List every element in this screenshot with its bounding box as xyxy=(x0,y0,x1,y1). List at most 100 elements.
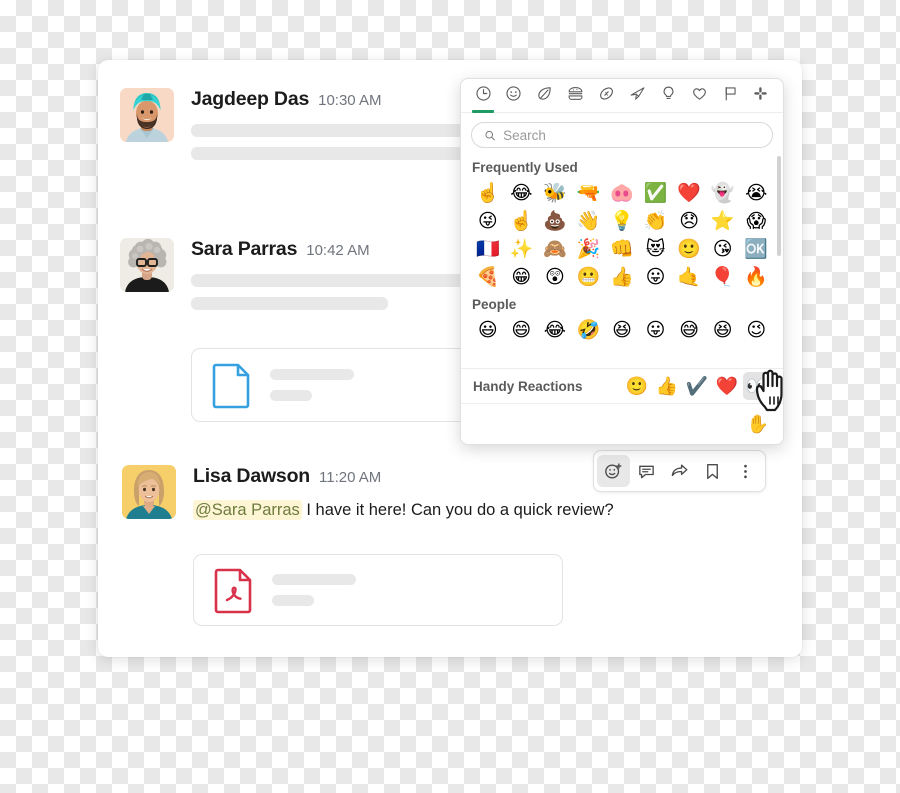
emoji-cell[interactable]: 😉 xyxy=(739,316,773,344)
save-message-button[interactable] xyxy=(696,455,729,487)
file-pdf-icon xyxy=(214,568,252,614)
emoji-cell[interactable]: 🤣 xyxy=(572,316,606,344)
burger-icon xyxy=(568,87,583,100)
tab-frequently-used[interactable] xyxy=(470,82,496,113)
add-reaction-button[interactable] xyxy=(597,455,630,487)
tab-flags[interactable] xyxy=(717,82,743,112)
tab-smileys-people[interactable] xyxy=(501,82,527,112)
forward-message-button[interactable] xyxy=(663,455,696,487)
emoji-cell[interactable]: 😲 xyxy=(538,263,572,291)
avatar-sara-parras-image xyxy=(120,238,174,292)
emoji-cell[interactable]: 😱 xyxy=(739,207,773,235)
emoji-cell[interactable]: 🆗 xyxy=(739,235,773,263)
tab-travel-places[interactable] xyxy=(624,82,650,112)
emoji-search-wrap xyxy=(461,113,783,154)
file-meta-placeholder xyxy=(270,369,354,401)
emoji-cell[interactable]: 👋 xyxy=(572,207,606,235)
emoji-cell[interactable]: 🔥 xyxy=(739,263,773,291)
emoji-cell[interactable]: 🐝 xyxy=(538,179,572,207)
reaction-eyes[interactable]: 👀 xyxy=(743,372,771,400)
emoji-cell[interactable]: 🐽 xyxy=(605,179,639,207)
emoji-cell[interactable]: ✅ xyxy=(639,179,673,207)
more-actions-button[interactable] xyxy=(729,455,762,487)
tab-food-drink[interactable] xyxy=(563,82,589,112)
emoji-cell[interactable]: 🎈 xyxy=(706,263,740,291)
avatar-lisa-dawson[interactable] xyxy=(122,465,176,519)
emoji-cell[interactable]: 😂 xyxy=(538,316,572,344)
emoji-search-bar[interactable] xyxy=(471,122,773,148)
emoji-cell[interactable]: 😞 xyxy=(672,207,706,235)
file-name-placeholder xyxy=(272,574,356,585)
message-timestamp[interactable]: 11:20 AM xyxy=(319,469,381,486)
emoji-cell[interactable]: ☝️ xyxy=(471,179,505,207)
emoji-cell[interactable]: 😛 xyxy=(639,316,673,344)
emoji-grid-frequently-used: ☝️ 😂 🐝 🔫 🐽 ✅ ❤️ 👻 😭 😜 ☝️ 💩 👋 💡 👏 😞 ⭐ 😱 🇫🇷 ✨ 🙈 🎉 👊 😻 🙂 😘 🆗 🍕 😁 😲 😬 👍 😛 🤙 🎈 🔥 xyxy=(471,179,773,291)
file-attachment-pdf[interactable] xyxy=(193,554,563,626)
emoji-cell[interactable]: 💩 xyxy=(538,207,572,235)
emoji-cell[interactable]: 😬 xyxy=(572,263,606,291)
emoji-search-input[interactable] xyxy=(503,127,760,143)
emoji-cell[interactable]: 🎉 xyxy=(572,235,606,263)
avatar-jagdeep-das[interactable] xyxy=(120,88,174,142)
message-text: @Sara Parras I have it here! Can you do … xyxy=(193,499,792,521)
tab-nature[interactable] xyxy=(532,82,558,112)
emoji-cell[interactable]: 😘 xyxy=(706,235,740,263)
reaction-thumbs-up[interactable]: 👍 xyxy=(653,372,681,400)
emoji-cell[interactable]: 😃 xyxy=(471,316,505,344)
emoji-cell[interactable]: 👍 xyxy=(605,263,639,291)
file-meta-placeholder xyxy=(272,574,356,606)
emoji-cell[interactable]: ⭐ xyxy=(706,207,740,235)
reply-in-thread-button[interactable] xyxy=(630,455,663,487)
emoji-cell[interactable]: 🙂 xyxy=(672,235,706,263)
emoji-cell[interactable]: 😄 xyxy=(505,316,539,344)
emoji-scroll-area[interactable]: Frequently Used ☝️ 😂 🐝 🔫 🐽 ✅ ❤️ 👻 😭 😜 ☝️ 💩 👋 💡 👏 😞 ⭐ 😱 🇫🇷 ✨… xyxy=(461,154,783,368)
emoji-cell[interactable]: 🇫🇷 xyxy=(471,235,505,263)
emoji-cell[interactable]: 😁 xyxy=(505,263,539,291)
football-icon xyxy=(600,87,613,100)
message-author[interactable]: Jagdeep Das xyxy=(191,88,309,111)
emoji-cell[interactable]: 😭 xyxy=(739,179,773,207)
message-timestamp[interactable]: 10:42 AM xyxy=(306,242,369,259)
section-title-frequently-used: Frequently Used xyxy=(472,160,578,175)
avatar-jagdeep-das-image xyxy=(120,88,174,142)
emoji-cell[interactable]: 😻 xyxy=(639,235,673,263)
emoji-cell[interactable]: 👻 xyxy=(706,179,740,207)
emoji-cell[interactable]: 🔫 xyxy=(572,179,606,207)
message-timestamp[interactable]: 10:30 AM xyxy=(318,92,381,109)
tab-custom-slack[interactable] xyxy=(748,82,774,112)
reaction-check-mark[interactable]: ✔️ xyxy=(683,372,711,400)
flag-icon xyxy=(725,86,736,101)
tab-objects[interactable] xyxy=(655,82,681,112)
message-author[interactable]: Sara Parras xyxy=(191,238,297,261)
emoji-cell[interactable]: ✨ xyxy=(505,235,539,263)
handy-reactions-list: 🙂 👍 ✔️ ❤️ 👀 xyxy=(623,372,771,400)
tab-activities[interactable] xyxy=(594,82,620,112)
emoji-cell[interactable]: 😅 xyxy=(672,316,706,344)
emoji-cell[interactable]: 🍕 xyxy=(471,263,505,291)
emoji-cell[interactable]: 👊 xyxy=(605,235,639,263)
emoji-cell[interactable]: 😂 xyxy=(505,179,539,207)
emoji-cell[interactable]: ❤️ xyxy=(672,179,706,207)
emoji-cell[interactable]: 😜 xyxy=(471,207,505,235)
reaction-slightly-smiling[interactable]: 🙂 xyxy=(623,372,651,400)
skin-tone-selector[interactable]: ✋ xyxy=(747,414,769,435)
reaction-heart[interactable]: ❤️ xyxy=(713,372,741,400)
emoji-cell[interactable]: 😆 xyxy=(605,316,639,344)
user-mention[interactable]: @Sara Parras xyxy=(193,500,302,520)
emoji-cell[interactable]: 🙈 xyxy=(538,235,572,263)
emoji-picker-popover: Frequently Used ☝️😂🐝🔫🐽✅❤️👻😭😜☝️💩👋💡👏😞⭐😱🇫🇷✨… xyxy=(460,78,784,445)
emoji-cell[interactable]: 💡 xyxy=(605,207,639,235)
emoji-cell[interactable]: 👏 xyxy=(639,207,673,235)
emoji-cell[interactable]: 😆 xyxy=(706,316,740,344)
message-text-body: I have it here! Can you do a quick revie… xyxy=(301,501,614,519)
airplane-icon xyxy=(630,87,645,100)
avatar-sara-parras[interactable] xyxy=(120,238,174,292)
emoji-scrollbar[interactable] xyxy=(777,156,781,256)
message-author[interactable]: Lisa Dawson xyxy=(193,465,310,488)
file-name-placeholder xyxy=(270,369,354,380)
emoji-cell[interactable]: 😛 xyxy=(639,263,673,291)
speech-bubble-icon xyxy=(639,465,654,478)
emoji-cell[interactable]: 🤙 xyxy=(672,263,706,291)
tab-symbols[interactable] xyxy=(686,82,712,112)
emoji-cell[interactable]: ☝️ xyxy=(505,207,539,235)
